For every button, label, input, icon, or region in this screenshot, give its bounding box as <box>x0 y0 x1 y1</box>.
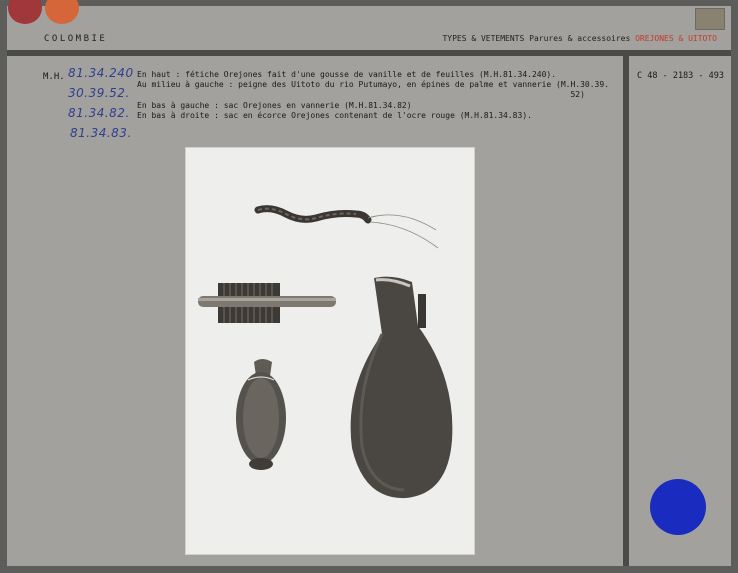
category-highlight: OREJONES & UITOTO <box>635 34 717 43</box>
red-tab-dot <box>8 0 42 24</box>
photo-reference: C 48 - 2183 - 493 <box>637 71 724 81</box>
column-divider <box>623 50 629 566</box>
orange-tab-dot <box>45 0 79 24</box>
catalog-card: COLOMBIE TYPES & VETEMENTS Parures & acc… <box>7 0 731 566</box>
bark-bag <box>350 276 453 499</box>
country-label: COLOMBIE <box>44 34 108 44</box>
object-photo-image <box>198 205 453 499</box>
corner-sticker <box>695 8 725 30</box>
inventory-number: 30.39.52. <box>68 86 130 100</box>
category-prefix: TYPES & VETEMENTS Parures & accessoires <box>442 34 631 43</box>
description-line: 52) <box>137 90 585 100</box>
inventory-number: 81.34.240 <box>68 66 134 80</box>
inventory-number: 81.34.82. <box>68 106 130 120</box>
description-line: En haut : fétiche Orejones fait d'une go… <box>137 70 557 79</box>
category-label: TYPES & VETEMENTS Parures & accessoires … <box>442 34 717 43</box>
object-photograph <box>185 147 475 555</box>
basketry-bag <box>236 359 286 470</box>
vanilla-fetish <box>254 205 439 249</box>
inventory-number: 81.34.83. <box>70 126 132 140</box>
description-line: En bas à droite : sac en écorce Orejones… <box>137 110 532 120</box>
object-description: En haut : fétiche Orejones fait d'une go… <box>137 70 622 121</box>
description-line: Au milieu à gauche : peigne des Uitoto d… <box>137 80 610 90</box>
palm-comb <box>198 283 336 323</box>
description-line: En bas à gauche : sac Orejones en vanner… <box>137 100 412 110</box>
blue-marker-dot <box>650 479 706 535</box>
inventory-prefix: M.H. <box>43 72 65 82</box>
